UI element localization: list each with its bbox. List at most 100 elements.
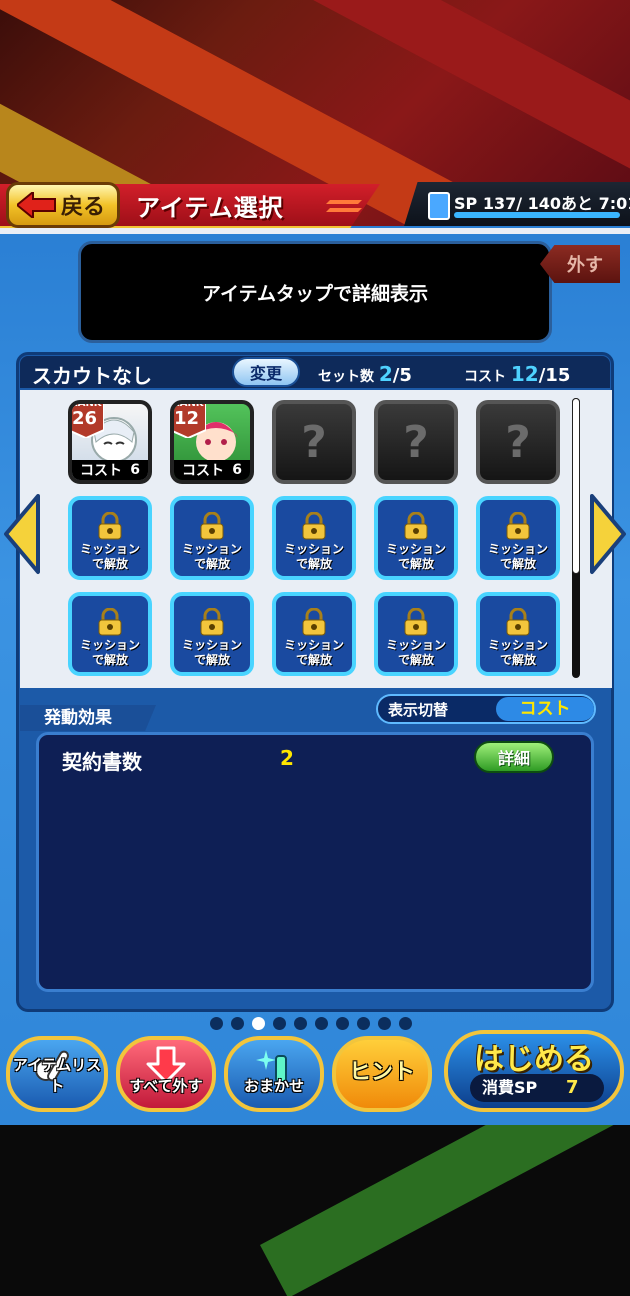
page-dot[interactable] bbox=[315, 1017, 328, 1030]
lock-icon bbox=[98, 608, 122, 636]
page-dot[interactable] bbox=[357, 1017, 370, 1030]
page-dot[interactable] bbox=[231, 1017, 244, 1030]
empty-slot[interactable]: ? bbox=[272, 400, 356, 484]
page-dot[interactable] bbox=[336, 1017, 349, 1030]
lock-icon bbox=[302, 608, 326, 636]
locked-slot[interactable]: ミッション で解放 bbox=[170, 496, 254, 580]
page-indicator bbox=[210, 1017, 412, 1031]
auto-button[interactable]: おまかせ bbox=[224, 1036, 324, 1112]
set-count: セット数 2/5 bbox=[318, 362, 412, 386]
question-mark-icon: ? bbox=[403, 416, 429, 468]
locked-label: で解放 bbox=[193, 557, 230, 571]
locked-label: で解放 bbox=[193, 653, 230, 667]
locked-label: で解放 bbox=[295, 557, 332, 571]
consume-sp-value: 7 bbox=[566, 1077, 579, 1098]
item-cost-value: 6 bbox=[130, 462, 140, 478]
divider bbox=[0, 228, 630, 234]
locked-slot[interactable]: ミッション で解放 bbox=[476, 496, 560, 580]
next-page-arrow-icon[interactable] bbox=[588, 492, 628, 576]
locked-slot[interactable]: ミッション で解放 bbox=[476, 592, 560, 676]
back-label: 戻る bbox=[60, 195, 105, 220]
lock-icon bbox=[506, 608, 530, 636]
sp-card-icon bbox=[428, 192, 450, 220]
sp-gauge bbox=[454, 212, 620, 218]
page-title: アイテム選択 bbox=[136, 194, 284, 222]
background-bottom bbox=[0, 1125, 630, 1296]
rank-badge: RANK 26 bbox=[72, 404, 104, 438]
empty-slot[interactable]: ? bbox=[374, 400, 458, 484]
question-mark-icon: ? bbox=[505, 416, 531, 468]
cost-count: コスト 12/15 bbox=[464, 362, 570, 386]
set-count-label: セット数 bbox=[318, 369, 374, 385]
page-dot[interactable] bbox=[378, 1017, 391, 1030]
item-slot-2[interactable]: RANK 12 コスト 6 bbox=[170, 400, 254, 484]
rank-value: 12 bbox=[174, 408, 200, 429]
item-cost: コスト 6 bbox=[72, 460, 148, 480]
item-cost: コスト 6 bbox=[174, 460, 250, 480]
locked-slot[interactable]: ミッション で解放 bbox=[374, 496, 458, 580]
locked-slot[interactable]: ミッション で解放 bbox=[374, 592, 458, 676]
back-button[interactable]: 戻る bbox=[6, 182, 120, 228]
locked-slot[interactable]: ミッション で解放 bbox=[170, 592, 254, 676]
hint-button[interactable]: ヒント bbox=[332, 1036, 432, 1112]
cost-count-value: 12 bbox=[510, 362, 539, 386]
item-list-label: アイテムリスト bbox=[12, 1056, 102, 1095]
message-text: アイテムタップで詳細表示 bbox=[201, 282, 429, 305]
prev-page-arrow-icon[interactable] bbox=[2, 492, 42, 576]
display-toggle[interactable]: 表示切替 コスト bbox=[376, 694, 596, 724]
locked-label: で解放 bbox=[397, 557, 434, 571]
locked-label: ミッション bbox=[283, 638, 344, 652]
remove-all-label: すべて外す bbox=[129, 1077, 203, 1095]
detail-button[interactable]: 詳細 bbox=[474, 741, 554, 773]
locked-label: で解放 bbox=[295, 653, 332, 667]
locked-label: ミッション bbox=[385, 638, 446, 652]
page-dot[interactable] bbox=[294, 1017, 307, 1030]
question-mark-icon: ? bbox=[301, 416, 327, 468]
empty-slot[interactable]: ? bbox=[476, 400, 560, 484]
effect-tab: 発動効果 bbox=[20, 705, 156, 731]
locked-label: ミッション bbox=[181, 638, 242, 652]
consume-sp-label: 消費SP bbox=[470, 1074, 604, 1102]
locked-slot[interactable]: ミッション で解放 bbox=[68, 592, 152, 676]
item-list-button[interactable]: アイテムリスト bbox=[6, 1036, 108, 1112]
page-dot[interactable] bbox=[273, 1017, 286, 1030]
toggle-label: 表示切替 bbox=[388, 701, 449, 719]
item-slot-1[interactable]: RANK 26 コスト 6 bbox=[68, 400, 152, 484]
lock-icon bbox=[200, 608, 224, 636]
cost-count-max: 15 bbox=[545, 365, 571, 386]
locked-label: で解放 bbox=[499, 557, 536, 571]
remove-label: 外す bbox=[567, 255, 603, 276]
cost-count-label: コスト bbox=[464, 369, 506, 385]
item-cost-label: コスト bbox=[182, 463, 224, 479]
change-button[interactable]: 変更 bbox=[232, 357, 300, 387]
scrollbar-thumb[interactable] bbox=[572, 398, 580, 574]
rank-value: 26 bbox=[72, 408, 98, 429]
rank-badge: RANK 12 bbox=[174, 404, 206, 438]
locked-label: ミッション bbox=[181, 542, 242, 556]
start-label: はじめる bbox=[474, 1042, 594, 1077]
scout-label: スカウトなし bbox=[32, 364, 152, 388]
change-label: 変更 bbox=[249, 364, 282, 383]
detail-label: 詳細 bbox=[497, 749, 530, 768]
locked-label: で解放 bbox=[397, 653, 434, 667]
locked-label: ミッション bbox=[385, 542, 446, 556]
locked-slot[interactable]: ミッション で解放 bbox=[68, 496, 152, 580]
lock-icon bbox=[404, 608, 428, 636]
start-button[interactable]: はじめる 消費SP 7 bbox=[444, 1030, 624, 1112]
locked-slot[interactable]: ミッション で解放 bbox=[272, 496, 356, 580]
page-dot-active[interactable] bbox=[252, 1017, 265, 1030]
lock-icon bbox=[200, 512, 224, 540]
locked-slot[interactable]: ミッション で解放 bbox=[272, 592, 356, 676]
locked-label: で解放 bbox=[91, 653, 128, 667]
toggle-value: コスト bbox=[496, 697, 594, 721]
page-dot[interactable] bbox=[399, 1017, 412, 1030]
locked-label: ミッション bbox=[487, 542, 548, 556]
title-decoration-icon bbox=[326, 200, 362, 212]
page-dot[interactable] bbox=[210, 1017, 223, 1030]
item-cost-value: 6 bbox=[232, 462, 242, 478]
effect-name: 契約書数 bbox=[62, 750, 142, 774]
lock-icon bbox=[302, 512, 326, 540]
remove-button[interactable]: 外す bbox=[540, 245, 620, 283]
locked-label: で解放 bbox=[91, 557, 128, 571]
remove-all-button[interactable]: すべて外す bbox=[116, 1036, 216, 1112]
